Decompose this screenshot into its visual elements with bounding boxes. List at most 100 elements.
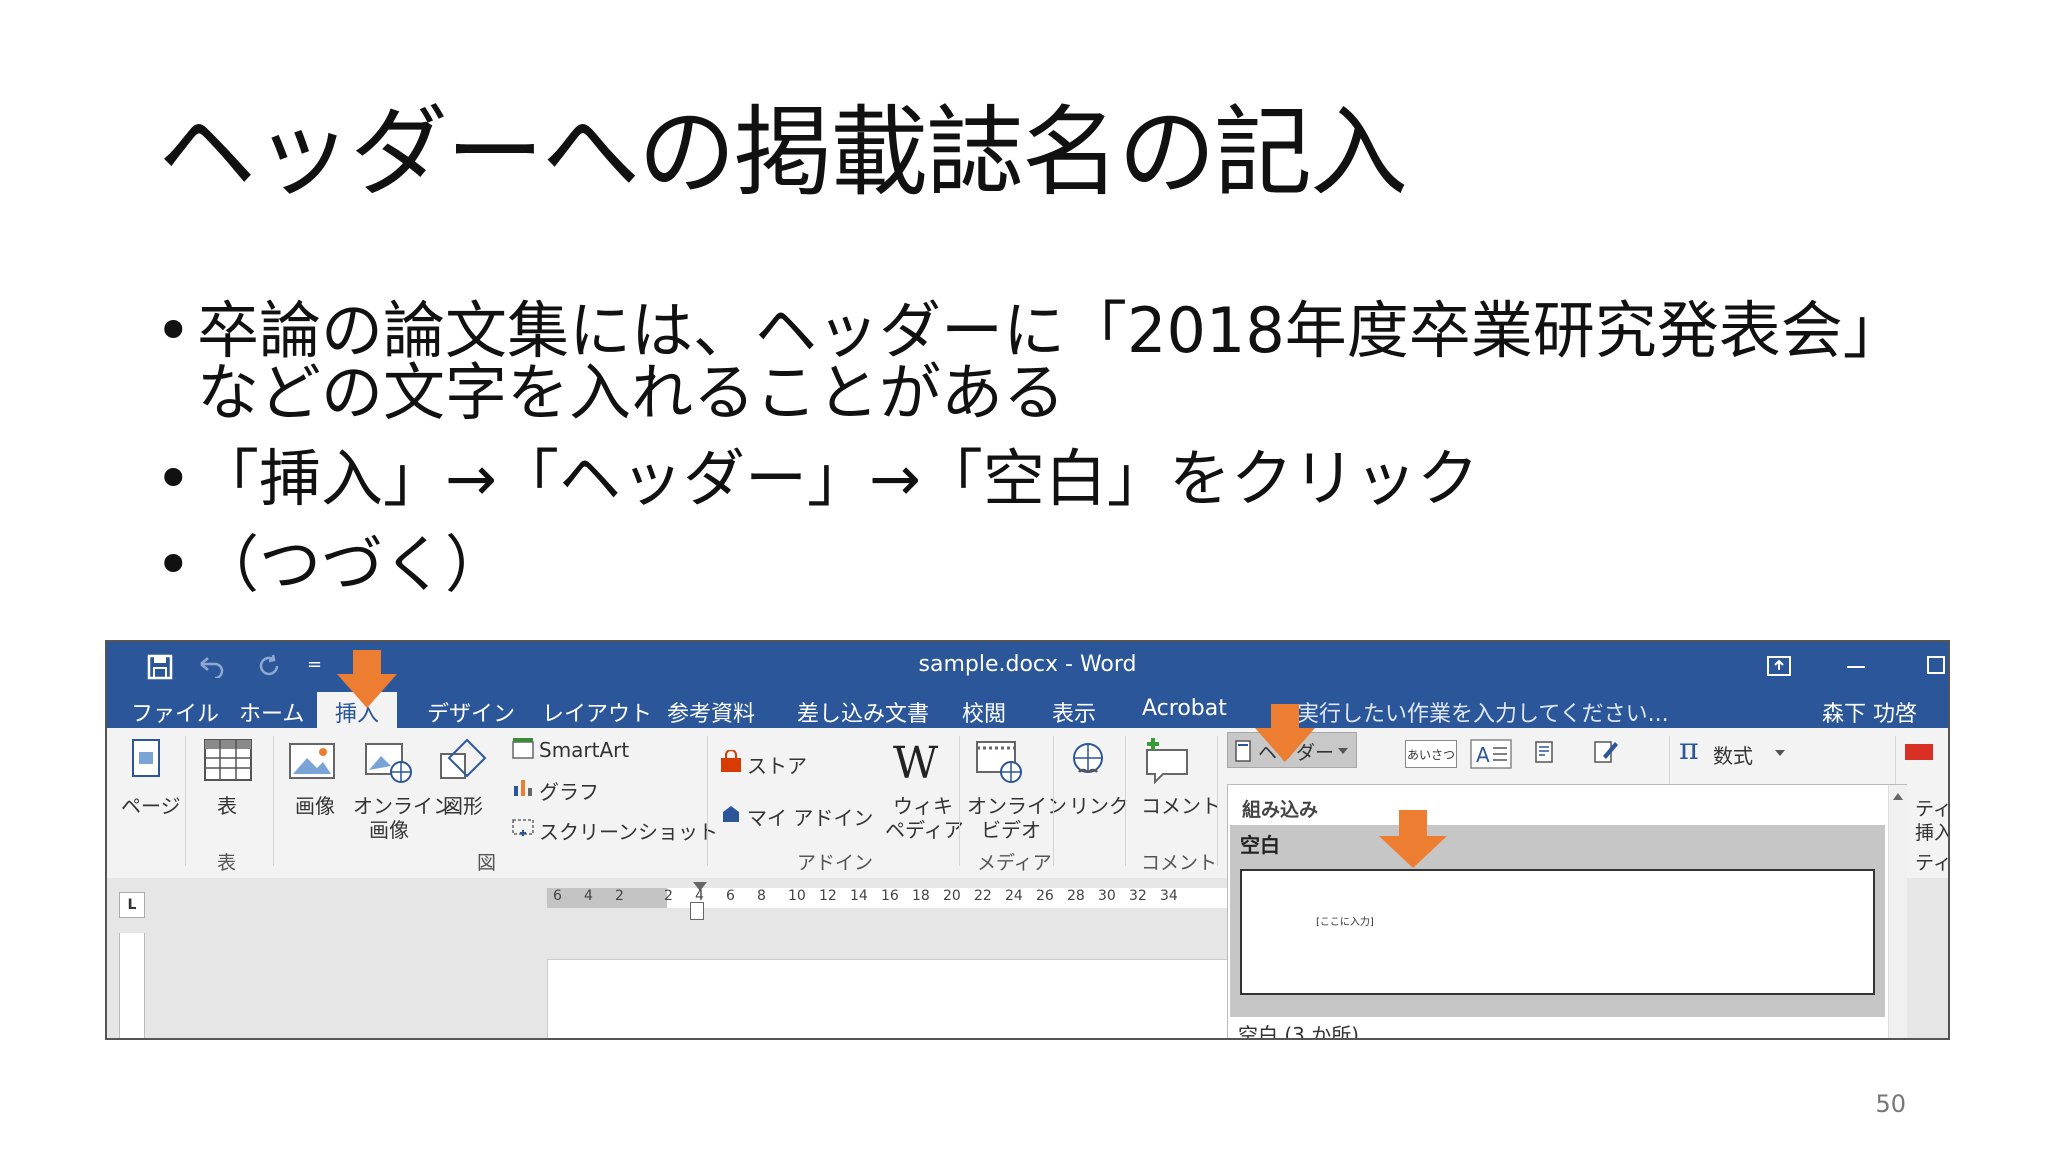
maximize-icon[interactable] xyxy=(1927,656,1945,674)
ruler-number: 16 xyxy=(881,888,899,904)
tab-layout[interactable]: レイアウト xyxy=(542,696,652,728)
signature-icon[interactable] xyxy=(1593,738,1619,764)
ruler-number: 6 xyxy=(726,888,735,904)
bullet-3: （つづく） xyxy=(155,534,1915,597)
ruler-number: 4 xyxy=(695,888,704,904)
bullet-list: 卒論の論文集には、ヘッダーに「2018年度卒業研究発表会」などの文字を入れること… xyxy=(155,300,1915,620)
comment-icon[interactable] xyxy=(1141,736,1193,784)
group-separator xyxy=(959,736,960,866)
header-gallery: 組み込み 空白 [ここに入力] 空白 (3 か所) xyxy=(1227,784,1907,1038)
minimize-icon[interactable] xyxy=(1847,666,1865,668)
gallery-item-blank-3[interactable]: 空白 (3 か所) xyxy=(1238,1019,1359,1038)
online-video-icon[interactable] xyxy=(973,738,1025,784)
word-screenshot: = sample.docx - Word ファイル ホーム 挿入 デザイン レイ… xyxy=(105,640,1950,1040)
online-image-button-line2: 画像 xyxy=(369,818,409,842)
tab-mailings[interactable]: 差し込み文書 xyxy=(797,696,929,728)
group-label-table: 表 xyxy=(217,852,237,874)
tab-references[interactable]: 参考資料 xyxy=(667,696,755,728)
tab-review[interactable]: 校閲 xyxy=(962,696,1006,728)
page-icon[interactable] xyxy=(121,738,171,784)
ruler-number: 20 xyxy=(943,888,961,904)
image-button[interactable]: 画像 xyxy=(295,790,335,819)
comment-button[interactable]: コメント xyxy=(1141,790,1221,819)
tab-home[interactable]: ホーム xyxy=(239,696,304,728)
group-label-addins: アドイン xyxy=(797,852,874,874)
gallery-section-builtin: 組み込み xyxy=(1242,799,1319,821)
image-icon[interactable] xyxy=(287,738,337,784)
bullet-2: 「挿入」→「ヘッダー」→「空白」をクリック xyxy=(155,448,1915,511)
store-icon[interactable] xyxy=(719,750,743,774)
cut-off-label-3: ティ xyxy=(1915,852,1950,874)
ruler-number: 8 xyxy=(757,888,766,904)
ruler-number: 34 xyxy=(1160,888,1178,904)
screenshot-button[interactable]: スクリーンショット xyxy=(539,816,718,845)
wikipedia-icon[interactable]: W xyxy=(893,738,938,789)
smartart-icon[interactable] xyxy=(511,738,535,760)
tab-view[interactable]: 表示 xyxy=(1052,696,1096,728)
quick-parts-icon[interactable] xyxy=(1533,740,1557,764)
link-icon[interactable] xyxy=(1065,738,1111,784)
blank-header-preview[interactable]: [ここに入力] xyxy=(1240,869,1875,995)
ruler-number: 6 xyxy=(553,888,562,904)
tab-file[interactable]: ファイル xyxy=(131,696,219,728)
vertical-ruler[interactable] xyxy=(119,933,145,1038)
page-button[interactable]: ページ xyxy=(121,790,181,819)
indent-marker-bottom[interactable] xyxy=(690,902,704,920)
gallery-item-blank[interactable]: 空白 [ここに入力] xyxy=(1230,825,1885,1017)
tab-acrobat[interactable]: Acrobat xyxy=(1142,696,1227,721)
acrobat-icon[interactable] xyxy=(1905,744,1933,760)
greeting-button[interactable]: あいさつ xyxy=(1405,740,1457,768)
shapes-icon[interactable] xyxy=(437,736,489,784)
gallery-item-blank-label: 空白 xyxy=(1240,833,1280,857)
ruler-number: 32 xyxy=(1129,888,1147,904)
my-addins-icon[interactable] xyxy=(719,802,743,826)
scroll-up-icon[interactable] xyxy=(1893,793,1903,800)
ruler-number: 28 xyxy=(1067,888,1085,904)
group-separator xyxy=(1217,736,1218,866)
screenshot-icon[interactable] xyxy=(511,816,535,838)
ruler-number: 22 xyxy=(974,888,992,904)
online-image-icon[interactable] xyxy=(363,738,413,784)
pi-icon[interactable]: π xyxy=(1679,732,1699,767)
chevron-down-icon xyxy=(1338,748,1348,754)
ruler-number: 30 xyxy=(1098,888,1116,904)
ruler-number: 14 xyxy=(850,888,868,904)
user-name: 森下 功啓 xyxy=(1822,702,1917,727)
table-icon[interactable] xyxy=(201,736,255,784)
slide-title: ヘッダーへの掲載誌名の記入 xyxy=(158,96,1408,210)
tell-me-input[interactable]: 実行したい作業を入力してください... xyxy=(1297,696,1669,728)
textbox-icon[interactable]: A xyxy=(1469,738,1513,770)
ruler-number: 2 xyxy=(615,888,624,904)
tab-design[interactable]: デザイン xyxy=(427,696,515,728)
smartart-button[interactable]: SmartArt xyxy=(539,738,629,762)
chevron-down-icon[interactable] xyxy=(1775,750,1785,756)
graph-button[interactable]: グラフ xyxy=(539,776,599,805)
chart-icon[interactable] xyxy=(511,776,535,798)
group-label-figure: 図 xyxy=(477,852,497,874)
ribbon-display-icon[interactable] xyxy=(1767,656,1791,676)
ruler-number: 10 xyxy=(788,888,806,904)
my-addins-button[interactable]: マイ アドイン xyxy=(747,802,873,831)
arrow-to-blank-item xyxy=(1379,810,1449,870)
group-label-comment: コメント xyxy=(1141,852,1218,874)
ruler-number: 18 xyxy=(912,888,930,904)
online-video-button-line2: ビデオ xyxy=(981,818,1041,842)
arrow-to-insert-tab xyxy=(337,650,397,708)
ruler-number: 2 xyxy=(664,888,673,904)
group-separator xyxy=(273,736,274,866)
shapes-button[interactable]: 図形 xyxy=(443,790,483,819)
bullet-1: 卒論の論文集には、ヘッダーに「2018年度卒業研究発表会」などの文字を入れること… xyxy=(155,300,1915,424)
wikipedia-button-line2: ペディア xyxy=(885,818,964,842)
gallery-scrollbar[interactable] xyxy=(1888,785,1907,1038)
cut-off-label-1: ティ xyxy=(1915,798,1950,820)
table-button[interactable]: 表 xyxy=(217,790,237,819)
ruler-number: 12 xyxy=(819,888,837,904)
document-page[interactable] xyxy=(547,959,1239,1038)
header-icon xyxy=(1235,740,1251,762)
ruler-margin xyxy=(547,888,667,908)
tab-selector[interactable]: L xyxy=(119,892,145,918)
link-button[interactable]: リンク xyxy=(1069,790,1129,819)
equation-button[interactable]: 数式 xyxy=(1713,740,1753,769)
cut-off-label-2: 挿入 xyxy=(1915,822,1950,844)
store-button[interactable]: ストア xyxy=(747,750,807,779)
